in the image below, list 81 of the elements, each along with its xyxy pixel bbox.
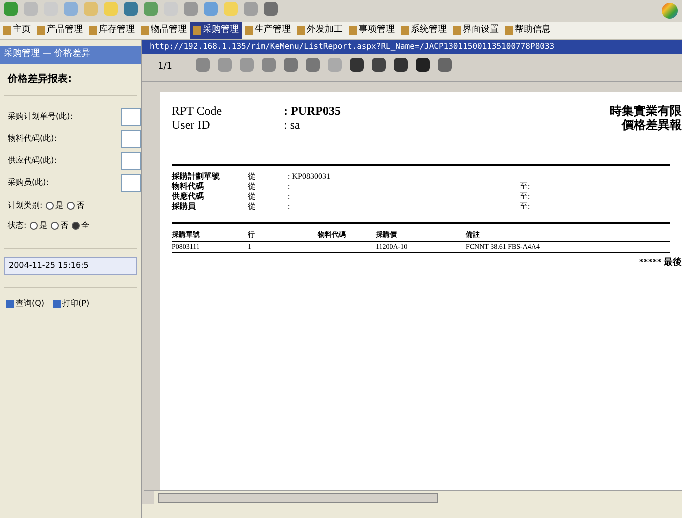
- module-tab[interactable]: 系统管理: [398, 22, 450, 39]
- scrollbar-thumb[interactable]: [158, 492, 438, 502]
- tab-icon: [453, 26, 461, 35]
- criteria-value: :: [288, 192, 292, 202]
- toolbar-icon[interactable]: [204, 2, 218, 16]
- radio-option[interactable]: 是: [30, 220, 48, 232]
- module-tab[interactable]: 生产管理: [242, 22, 294, 39]
- radio-option[interactable]: 全: [72, 220, 90, 232]
- tab-icon: [401, 26, 409, 35]
- report-toolbar-icon[interactable]: [372, 58, 386, 72]
- module-tab[interactable]: 产品管理: [34, 22, 86, 39]
- criteria-value: : KP0830031: [288, 172, 332, 182]
- field-label: 物料代码(此):: [8, 133, 57, 145]
- criteria-from: 從: [248, 182, 257, 192]
- toolbar-icon[interactable]: [184, 2, 198, 16]
- tab-icon: [141, 26, 149, 35]
- module-tab[interactable]: 帮助信息: [502, 22, 554, 39]
- criteria-from: 從: [248, 172, 257, 182]
- radio-group-label: 计划类别:: [8, 200, 43, 212]
- tab-icon: [297, 26, 305, 35]
- module-tab[interactable]: 库存管理: [86, 22, 138, 39]
- criteria-to: 至:: [520, 202, 530, 212]
- radio-group-label: 状态:: [8, 220, 27, 232]
- criteria-label: 物料代碼: [172, 182, 205, 192]
- criteria-from: 從: [248, 192, 257, 202]
- field-label: 供应代码(此):: [8, 155, 57, 167]
- criteria-to: 至:: [520, 182, 530, 192]
- module-tab[interactable]: 主页: [0, 22, 34, 39]
- text-field[interactable]: [121, 130, 141, 148]
- radio-option[interactable]: 是: [46, 200, 64, 212]
- radio-option[interactable]: 否: [50, 220, 69, 232]
- date-field[interactable]: 2004-11-25 15:16:5: [4, 257, 137, 275]
- text-field[interactable]: [121, 108, 141, 126]
- tab-icon: [89, 26, 97, 35]
- text-field[interactable]: [121, 152, 141, 170]
- tab-icon: [3, 26, 11, 35]
- field-label: 采购计划单号(此):: [8, 111, 73, 123]
- tab-icon: [245, 26, 253, 35]
- toolbar-icon[interactable]: [64, 2, 78, 16]
- criteria-label: 採購員: [172, 202, 197, 212]
- module-tab[interactable]: 外发加工: [294, 22, 346, 39]
- criteria-to: 至:: [520, 192, 530, 202]
- criteria-from: 從: [248, 202, 257, 212]
- page-footer: ***** 最後: [639, 256, 682, 270]
- toolbar-icon[interactable]: [124, 2, 138, 16]
- rpt-code-label: RPT Code: [172, 104, 224, 118]
- criteria-label: 採購計劃單號: [172, 172, 221, 182]
- module-tab[interactable]: 物品管理: [138, 22, 190, 39]
- report-toolbar-icon[interactable]: [394, 58, 408, 72]
- user-id-value: : sa: [284, 118, 302, 132]
- text-field[interactable]: [121, 174, 141, 192]
- company-name: 時集實業有限: [610, 104, 682, 118]
- tab-icon: [193, 26, 201, 35]
- tab-icon: [37, 26, 45, 35]
- toolbar-icon[interactable]: [244, 2, 258, 16]
- criteria-value: :: [288, 202, 292, 212]
- module-tab[interactable]: 采购管理: [190, 22, 242, 39]
- panel-heading: 价格差异报表:: [6, 72, 73, 87]
- page-indicator: 1/1: [158, 60, 172, 74]
- action-button[interactable]: 查询(Q): [4, 296, 47, 312]
- radio-option[interactable]: 否: [66, 200, 85, 212]
- rpt-code-value: : PURP035: [284, 104, 341, 118]
- module-tab[interactable]: 事项管理: [346, 22, 398, 39]
- module-tab[interactable]: 界面设置: [450, 22, 502, 39]
- user-id-label: User ID: [172, 118, 212, 132]
- toolbar-icon[interactable]: [264, 2, 278, 16]
- panel-title: 采购管理 — 价格差异: [0, 46, 141, 64]
- tab-icon: [505, 26, 513, 35]
- action-button[interactable]: 打印(P): [50, 296, 92, 312]
- report-toolbar-icon[interactable]: [416, 58, 430, 72]
- tab-icon: [349, 26, 357, 35]
- window-title: http://192.168.1.135/rim/KeMenu/ListReport.aspx?RL_Name=/JACP130115001135100778P8033: [142, 40, 682, 54]
- criteria-label: 供應代碼: [172, 192, 205, 202]
- toolbar-icon[interactable]: [144, 2, 158, 16]
- criteria-value: :: [288, 182, 292, 192]
- field-label: 采购员(此):: [8, 177, 49, 189]
- logo-icon: [662, 3, 678, 19]
- report-title: 價格差異報: [622, 118, 682, 132]
- report-toolbar-icon[interactable]: [350, 58, 364, 72]
- horizontal-scrollbar[interactable]: [144, 490, 682, 504]
- toolbar-icon[interactable]: [4, 2, 18, 16]
